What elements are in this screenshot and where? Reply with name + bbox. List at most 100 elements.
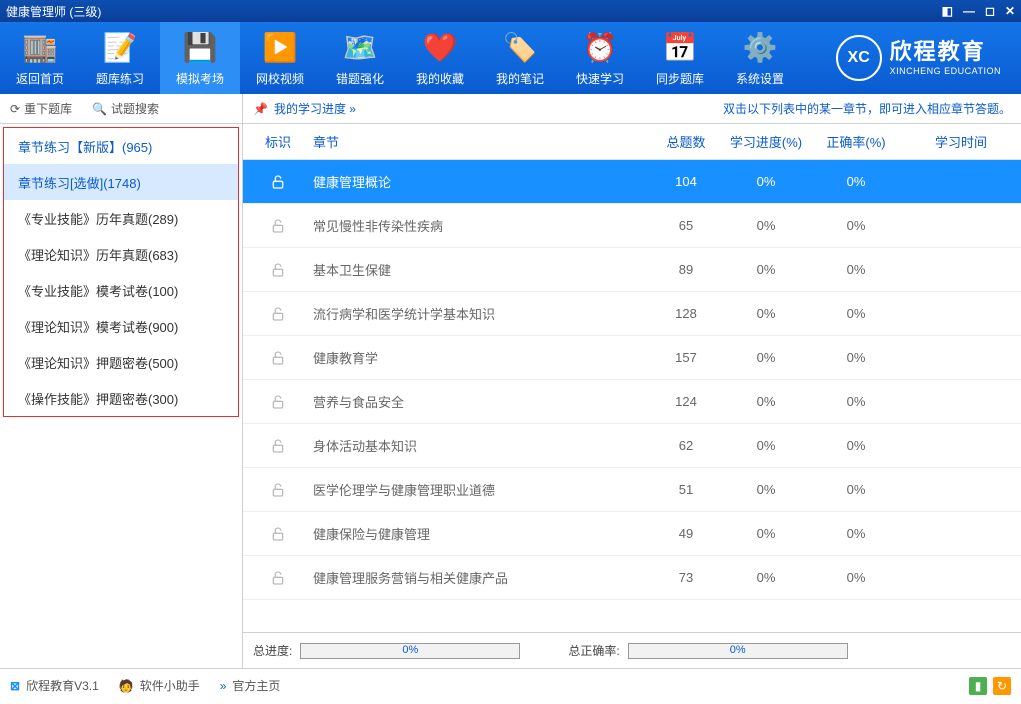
lock-icon [253, 174, 303, 190]
download-icon: ⟳ [10, 102, 20, 116]
total-count: 65 [651, 218, 721, 233]
maximize-icon[interactable]: ◻ [985, 4, 995, 18]
total-count: 62 [651, 438, 721, 453]
toolbar-icon-3: ▶️ [262, 30, 298, 66]
toolbar-网校视频[interactable]: ▶️网校视频 [240, 22, 320, 94]
chapter-name: 医学伦理学与健康管理职业道德 [303, 480, 651, 499]
sidebar-item-6[interactable]: 《理论知识》押题密卷(500) [4, 344, 238, 380]
accuracy-pct: 0% [811, 350, 901, 365]
table-row[interactable]: 健康管理概论 104 0% 0% [243, 160, 1021, 204]
table-row[interactable]: 健康保险与健康管理 49 0% 0% [243, 512, 1021, 556]
total-count: 51 [651, 482, 721, 497]
sidebar-item-3[interactable]: 《理论知识》历年真题(683) [4, 236, 238, 272]
total-count: 124 [651, 394, 721, 409]
lock-icon [253, 570, 303, 586]
total-count: 73 [651, 570, 721, 585]
search-questions-button[interactable]: 🔍 试题搜索 [82, 100, 169, 117]
stats-icon[interactable]: ▮ [969, 677, 987, 695]
window-controls: ◧ — ◻ ✕ [942, 4, 1015, 18]
sidebar-highlight-box: 章节练习【新版】(965)章节练习[选做](1748)《专业技能》历年真题(28… [3, 127, 239, 417]
col-accuracy: 正确率(%) [811, 132, 901, 151]
chapter-name: 基本卫生保健 [303, 260, 651, 279]
total-count: 104 [651, 174, 721, 189]
toolbar-我的收藏[interactable]: ❤️我的收藏 [400, 22, 480, 94]
accuracy-pct: 0% [811, 306, 901, 321]
accuracy-pct: 0% [811, 394, 901, 409]
col-time: 学习时间 [901, 132, 1021, 151]
col-total: 总题数 [651, 132, 721, 151]
sidebar-item-1[interactable]: 章节练习[选做](1748) [4, 164, 238, 200]
hint-text: 双击以下列表中的某一章节，即可进入相应章节答题。 [723, 100, 1011, 117]
toolbar-我的笔记[interactable]: 🏷️我的笔记 [480, 22, 560, 94]
toolbar-题库练习[interactable]: 📝题库练习 [80, 22, 160, 94]
table-row[interactable]: 医学伦理学与健康管理职业道德 51 0% 0% [243, 468, 1021, 512]
col-progress: 学习进度(%) [721, 132, 811, 151]
toolbar-返回首页[interactable]: 🏬返回首页 [0, 22, 80, 94]
col-flag: 标识 [253, 132, 303, 151]
sidebar: ⟳ 重下题库 🔍 试题搜索 章节练习【新版】(965)章节练习[选做](1748… [0, 94, 243, 668]
total-count: 128 [651, 306, 721, 321]
toolbar-错题强化[interactable]: 🗺️错题强化 [320, 22, 400, 94]
table-row[interactable]: 健康管理服务营销与相关健康产品 73 0% 0% [243, 556, 1021, 600]
toolbar-同步题库[interactable]: 📅同步题库 [640, 22, 720, 94]
brand: XC 欣程教育 XINCHENG EDUCATION [836, 35, 1001, 81]
total-progress-bar: 0% [300, 643, 520, 659]
sidebar-item-7[interactable]: 《操作技能》押题密卷(300) [4, 380, 238, 416]
table-body: 健康管理概论 104 0% 0% 常见慢性非传染性疾病 65 0% 0% 基本卫… [243, 160, 1021, 632]
progress-pct: 0% [721, 394, 811, 409]
helper-icon: 🧑 [119, 679, 134, 693]
sidebar-item-0[interactable]: 章节练习【新版】(965) [4, 128, 238, 164]
sidebar-item-2[interactable]: 《专业技能》历年真题(289) [4, 200, 238, 236]
lock-icon [253, 482, 303, 498]
toolbar-icon-4: 🗺️ [342, 30, 378, 66]
table-row[interactable]: 健康教育学 157 0% 0% [243, 336, 1021, 380]
total-count: 89 [651, 262, 721, 277]
chapter-name: 健康保险与健康管理 [303, 524, 651, 543]
progress-link[interactable]: 我的学习进度 » [274, 100, 356, 117]
table-row[interactable]: 基本卫生保健 89 0% 0% [243, 248, 1021, 292]
progress-pct: 0% [721, 438, 811, 453]
accuracy-pct: 0% [811, 438, 901, 453]
toolbar-icon-8: 📅 [662, 30, 698, 66]
lock-icon [253, 438, 303, 454]
window-title: 健康管理师 (三级) [6, 3, 101, 20]
chapter-name: 常见慢性非传染性疾病 [303, 216, 651, 235]
theme-icon[interactable]: ◧ [942, 4, 953, 18]
chapter-name: 身体活动基本知识 [303, 436, 651, 455]
footer-progress: 总进度: 0% 总正确率: 0% [243, 632, 1021, 668]
progress-pct: 0% [721, 174, 811, 189]
table-row[interactable]: 身体活动基本知识 62 0% 0% [243, 424, 1021, 468]
helper-link[interactable]: 🧑 软件小助手 [119, 677, 200, 694]
pin-icon: 📌 [253, 102, 268, 116]
accuracy-pct: 0% [811, 262, 901, 277]
toolbar-模拟考场[interactable]: 💾模拟考场 [160, 22, 240, 94]
lock-icon [253, 394, 303, 410]
progress-pct: 0% [721, 306, 811, 321]
minimize-icon[interactable]: — [963, 4, 975, 18]
lock-icon [253, 306, 303, 322]
table-row[interactable]: 流行病学和医学统计学基本知识 128 0% 0% [243, 292, 1021, 336]
chapter-name: 健康管理概论 [303, 172, 651, 191]
sidebar-header: ⟳ 重下题库 🔍 试题搜索 [0, 94, 242, 124]
homepage-link[interactable]: » 官方主页 [220, 677, 281, 694]
table-row[interactable]: 营养与食品安全 124 0% 0% [243, 380, 1021, 424]
lock-icon [253, 262, 303, 278]
toolbar-快速学习[interactable]: ⏰快速学习 [560, 22, 640, 94]
close-icon[interactable]: ✕ [1005, 4, 1015, 18]
accuracy-pct: 0% [811, 482, 901, 497]
total-count: 49 [651, 526, 721, 541]
toolbar-系统设置[interactable]: ⚙️系统设置 [720, 22, 800, 94]
sidebar-item-4[interactable]: 《专业技能》模考试卷(100) [4, 272, 238, 308]
table-row[interactable]: 常见慢性非传染性疾病 65 0% 0% [243, 204, 1021, 248]
content-header: 📌 我的学习进度 » 双击以下列表中的某一章节，即可进入相应章节答题。 [243, 94, 1021, 124]
download-questions-button[interactable]: ⟳ 重下题库 [0, 100, 82, 117]
sidebar-item-5[interactable]: 《理论知识》模考试卷(900) [4, 308, 238, 344]
search-icon: 🔍 [92, 102, 107, 116]
titlebar: 健康管理师 (三级) ◧ — ◻ ✕ [0, 0, 1021, 22]
accuracy-pct: 0% [811, 218, 901, 233]
sync-icon[interactable]: ↻ [993, 677, 1011, 695]
accuracy-pct: 0% [811, 570, 901, 585]
total-accuracy-label: 总正确率: [568, 642, 619, 659]
toolbar-icon-7: ⏰ [582, 30, 618, 66]
close-square-icon[interactable]: ⊠ [10, 679, 20, 693]
